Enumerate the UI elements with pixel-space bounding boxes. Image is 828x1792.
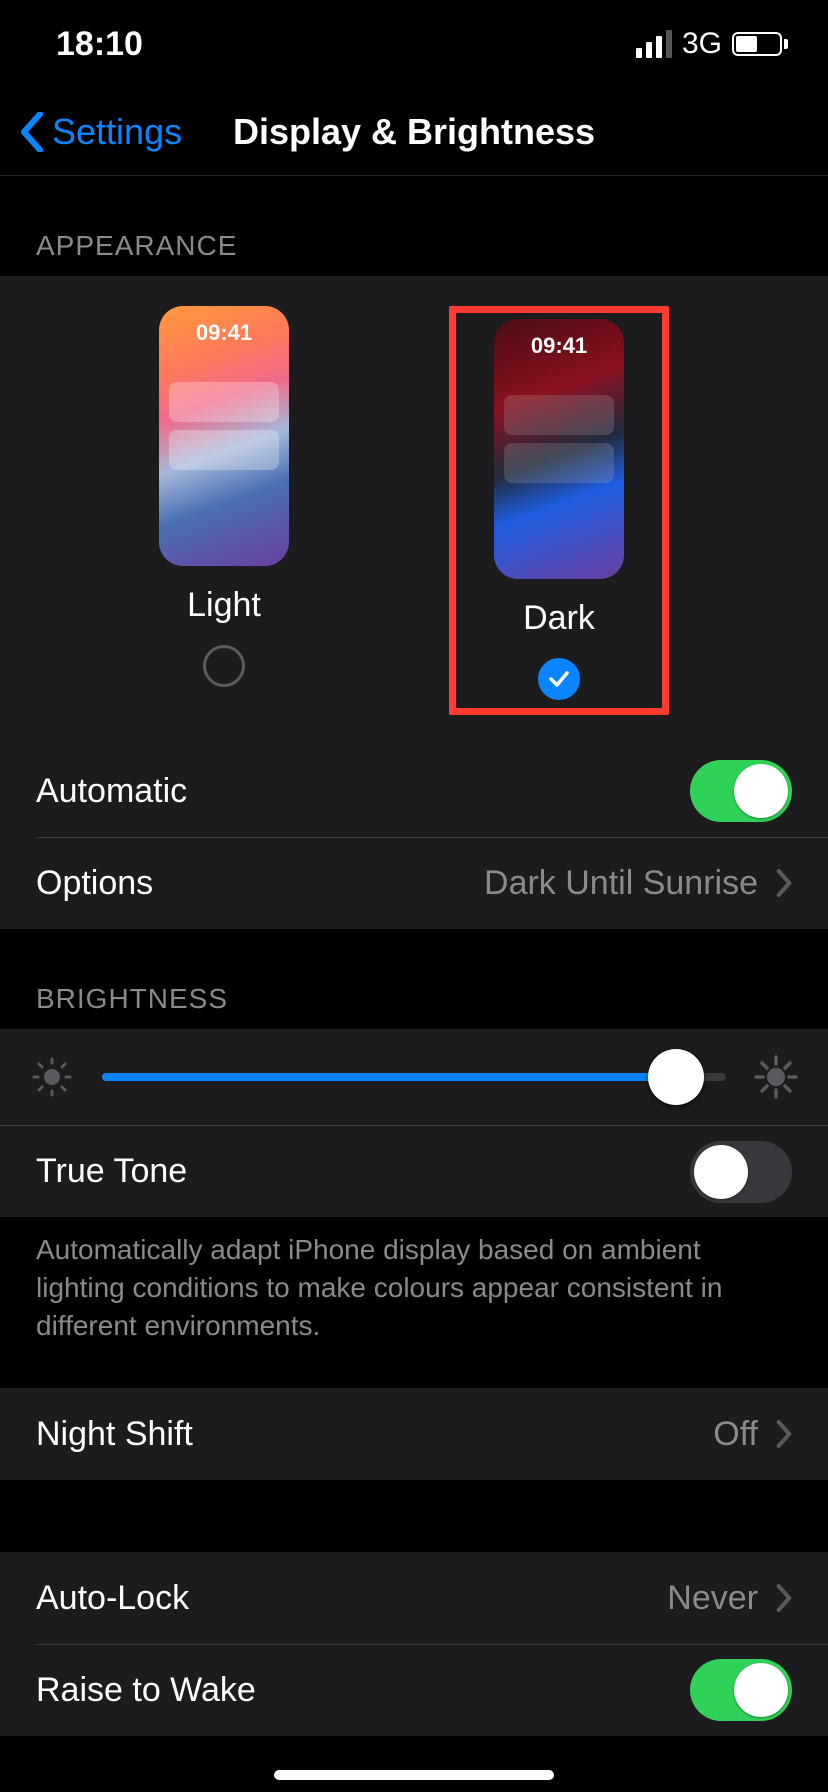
light-preview-icon: 09:41 (159, 306, 289, 566)
network-type: 3G (682, 27, 722, 61)
appearance-option-light[interactable]: 09:41 Light (159, 306, 289, 715)
options-row[interactable]: Options Dark Until Sunrise (0, 837, 828, 929)
options-label: Options (36, 864, 153, 903)
autolock-label: Auto-Lock (36, 1579, 189, 1618)
truetone-label: True Tone (36, 1152, 187, 1191)
light-label: Light (187, 586, 261, 625)
chevron-right-icon (776, 1420, 792, 1448)
cellular-signal-icon (636, 30, 672, 58)
autolock-value: Never (667, 1579, 758, 1618)
chevron-right-icon (776, 869, 792, 897)
checkmark-icon (547, 667, 571, 691)
back-button[interactable]: Settings (20, 111, 182, 153)
status-bar: 18:10 3G (0, 0, 828, 88)
brightness-slider[interactable] (102, 1053, 726, 1101)
truetone-row: True Tone (0, 1125, 828, 1217)
appearance-option-dark[interactable]: 09:41 Dark (494, 319, 624, 700)
section-header-appearance: APPEARANCE (0, 176, 828, 276)
options-value: Dark Until Sunrise (484, 864, 758, 903)
brightness-row (0, 1029, 828, 1125)
light-radio[interactable] (203, 645, 245, 687)
status-time: 18:10 (56, 25, 143, 64)
raise-to-wake-row: Raise to Wake (0, 1644, 828, 1736)
dark-preview-icon: 09:41 (494, 319, 624, 579)
raise-toggle[interactable] (690, 1659, 792, 1721)
truetone-toggle[interactable] (690, 1141, 792, 1203)
nightshift-label: Night Shift (36, 1415, 193, 1454)
automatic-label: Automatic (36, 772, 187, 811)
section-header-brightness: BRIGHTNESS (0, 929, 828, 1029)
home-indicator[interactable] (274, 1770, 554, 1780)
dark-radio[interactable] (538, 658, 580, 700)
chevron-right-icon (776, 1584, 792, 1612)
automatic-toggle[interactable] (690, 760, 792, 822)
truetone-footer: Automatically adapt iPhone display based… (0, 1217, 828, 1374)
sun-low-icon (30, 1055, 74, 1099)
automatic-row: Automatic (0, 745, 828, 837)
dark-label: Dark (523, 599, 595, 638)
nightshift-row[interactable]: Night Shift Off (0, 1388, 828, 1480)
sun-high-icon (754, 1055, 798, 1099)
chevron-left-icon (20, 112, 44, 152)
autolock-row[interactable]: Auto-Lock Never (0, 1552, 828, 1644)
back-label: Settings (52, 111, 182, 153)
dark-option-highlight: 09:41 Dark (449, 306, 669, 715)
raise-label: Raise to Wake (36, 1671, 256, 1710)
nightshift-value: Off (713, 1415, 758, 1454)
appearance-picker: 09:41 Light 09:41 Dark (0, 276, 828, 745)
nav-bar: Settings Display & Brightness (0, 88, 828, 176)
battery-icon (732, 32, 788, 56)
